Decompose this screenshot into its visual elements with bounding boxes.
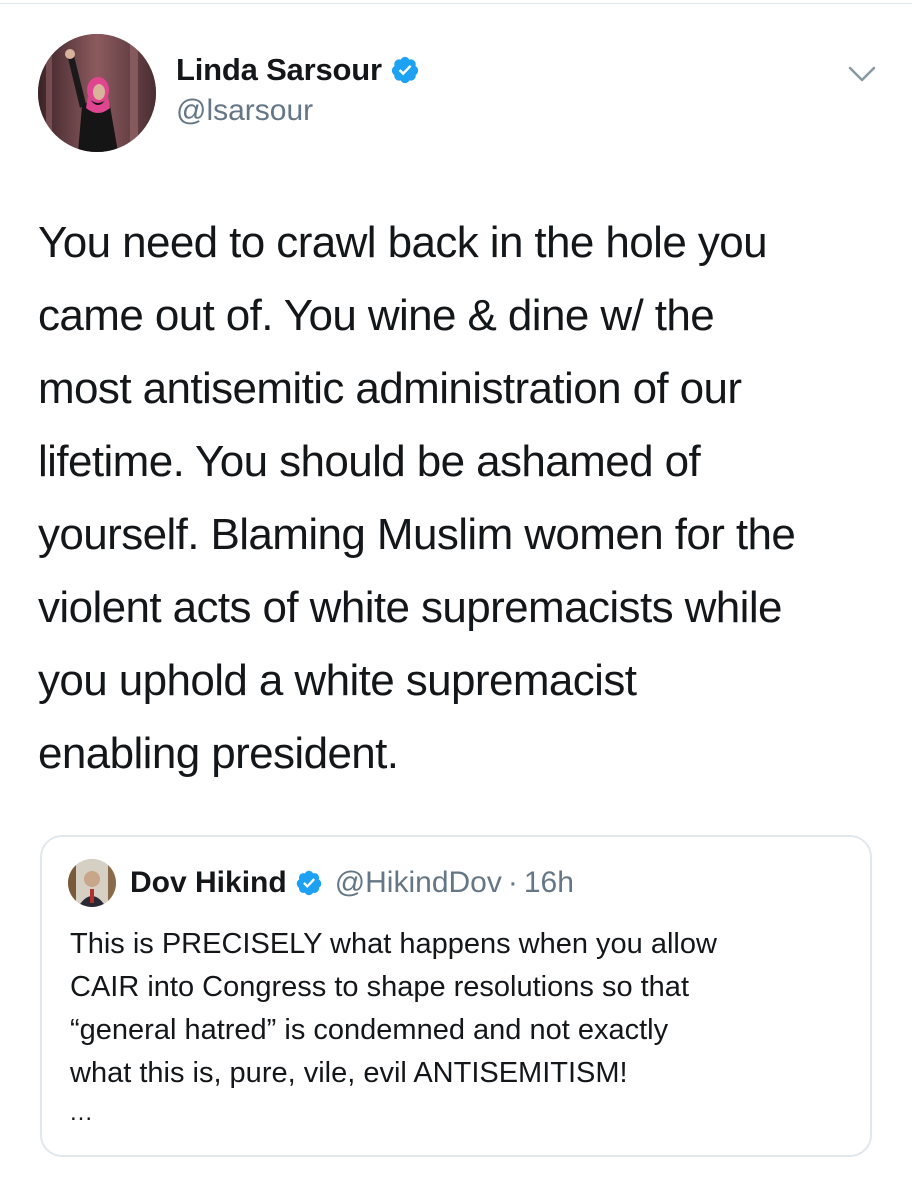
tweet-text-line: violent acts of white supremacists while [38,583,782,632]
top-divider [0,3,912,4]
quoted-tweet-card[interactable]: Dov Hikind @HikindDov · 16h This is PREC… [40,835,872,1157]
quoted-author-avatar-image [68,859,116,907]
author-display-name[interactable]: Linda Sarsour [176,52,382,88]
quoted-text-line: This is PRECISELY what happens when you … [70,928,717,960]
author-handle[interactable]: @lsarsour [176,94,313,128]
quoted-text-line: CAIR into Congress to shape resolutions … [70,971,689,1003]
quoted-author-handle[interactable]: @HikindDov [335,866,502,900]
author-avatar[interactable] [38,34,156,152]
chevron-down-icon[interactable] [846,62,878,86]
tweet-text-line: came out of. You wine & dine w/ the [38,291,715,340]
quoted-tweet-header: Dov Hikind @HikindDov · 16h [130,861,574,905]
quoted-text-line: what this is, pure, vile, evil ANTISEMIT… [70,1057,628,1089]
tweet-text-line: lifetime. You should be ashamed of [38,437,701,486]
quoted-text-line: “general hatred” is condemned and not ex… [70,1014,669,1046]
tweet-text-line: You need to crawl back in the hole you [38,218,768,267]
author-avatar-image [38,34,156,152]
tweet-text: You need to crawl back in the hole you c… [38,206,888,790]
tweet-text-line: enabling president. [38,729,399,778]
quoted-tweet-timestamp[interactable]: 16h [524,866,574,900]
quoted-author-name[interactable]: Dov Hikind [130,866,287,900]
verified-badge-icon [296,870,321,896]
tweet-text-line: you uphold a white supremacist [38,656,637,705]
header-separator: · [507,866,518,899]
show-more-ellipsis[interactable]: ... [70,1099,93,1127]
tweet-text-line: yourself. Blaming Muslim women for the [38,510,796,559]
quoted-author-avatar[interactable] [68,859,116,907]
quoted-tweet-text: This is PRECISELY what happens when you … [70,923,850,1095]
verified-badge-icon [391,56,418,84]
tweet-text-line: most antisemitic administration of our [38,364,742,413]
author-name-row: Linda Sarsour [176,50,420,90]
